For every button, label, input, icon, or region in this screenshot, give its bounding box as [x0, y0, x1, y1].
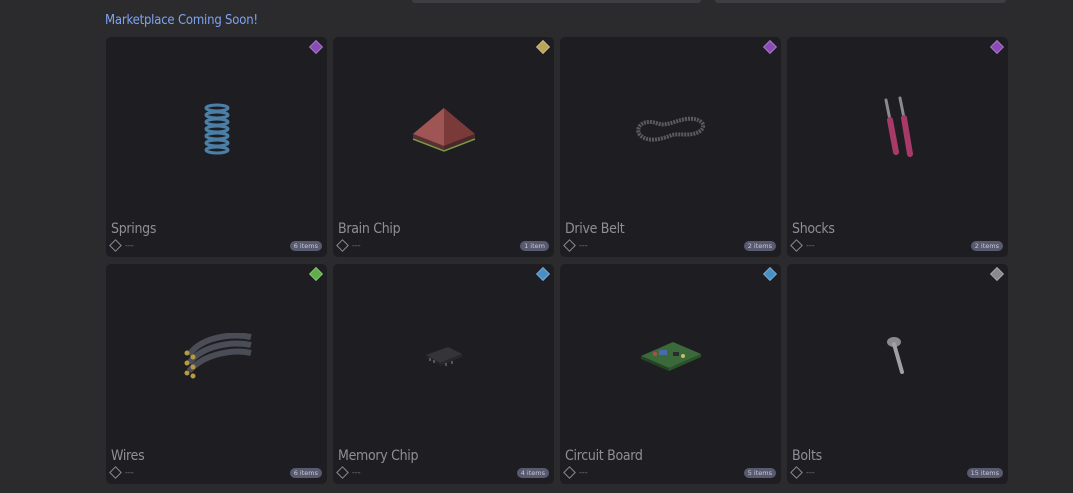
item-card[interactable]: Shocks --- 2 items: [787, 37, 1008, 257]
item-count-badge: 6 items: [289, 241, 322, 251]
item-price: ---: [109, 466, 134, 479]
rarity-diamond: [762, 266, 778, 282]
rarity-diamond: [308, 39, 324, 55]
item-card[interactable]: Wires --- 6 items: [106, 264, 327, 484]
item-name: Brain Chip: [338, 221, 401, 237]
item-price: ---: [790, 239, 815, 252]
item-count-badge: 5 items: [743, 468, 776, 478]
rarity-diamond: [762, 39, 778, 55]
rarity-diamond: [989, 39, 1005, 55]
rarity-diamond: [308, 266, 324, 282]
item-count-badge: 15 items: [966, 468, 1003, 478]
item-price: ---: [790, 466, 815, 479]
rarity-diamond: [989, 266, 1005, 282]
item-name: Shocks: [792, 221, 835, 237]
currency-icon: [336, 239, 349, 252]
item-grid: Springs --- 6 items Brain Chip --- 1 ite…: [106, 37, 1008, 484]
item-card[interactable]: Brain Chip --- 1 item: [333, 37, 554, 257]
item-price: ---: [109, 239, 134, 252]
item-price: ---: [563, 239, 588, 252]
page-heading: Marketplace Coming Soon!: [105, 13, 258, 28]
item-card[interactable]: Circuit Board --- 5 items: [560, 264, 781, 484]
item-card[interactable]: Springs --- 6 items: [106, 37, 327, 257]
item-name: Memory Chip: [338, 448, 419, 464]
rarity-diamond: [535, 266, 551, 282]
memory-chip-icon: [425, 347, 462, 366]
circuit-board-icon: [640, 342, 701, 371]
rarity-diamond: [535, 39, 551, 55]
currency-icon: [109, 239, 122, 252]
drive-belt-icon: [635, 116, 705, 142]
shocks-icon: [884, 96, 913, 157]
currency-icon: [790, 466, 803, 479]
item-count-badge: 6 items: [289, 468, 322, 478]
item-card[interactable]: Bolts --- 15 items: [787, 264, 1008, 484]
spring-icon: [204, 103, 229, 155]
currency-icon: [790, 239, 803, 252]
item-price: ---: [336, 239, 361, 252]
item-name: Wires: [111, 448, 145, 464]
item-price: ---: [336, 466, 361, 479]
item-count-badge: 1 item: [520, 241, 549, 251]
bolt-icon: [886, 337, 904, 374]
search-bar-right[interactable]: [715, 0, 1006, 3]
brain-chip-icon: [412, 108, 475, 152]
item-card[interactable]: Memory Chip --- 4 items: [333, 264, 554, 484]
item-count-badge: 4 items: [516, 468, 549, 478]
item-name: Circuit Board: [565, 448, 643, 464]
item-card[interactable]: Drive Belt --- 2 items: [560, 37, 781, 257]
item-name: Bolts: [792, 448, 822, 464]
item-name: Drive Belt: [565, 221, 625, 237]
item-count-badge: 2 items: [970, 241, 1003, 251]
item-price: ---: [563, 466, 588, 479]
currency-icon: [563, 466, 576, 479]
search-bar-left[interactable]: [412, 0, 701, 3]
currency-icon: [336, 466, 349, 479]
currency-icon: [563, 239, 576, 252]
currency-icon: [109, 466, 122, 479]
item-name: Springs: [111, 221, 157, 237]
item-count-badge: 2 items: [743, 241, 776, 251]
wires-icon: [184, 333, 252, 379]
